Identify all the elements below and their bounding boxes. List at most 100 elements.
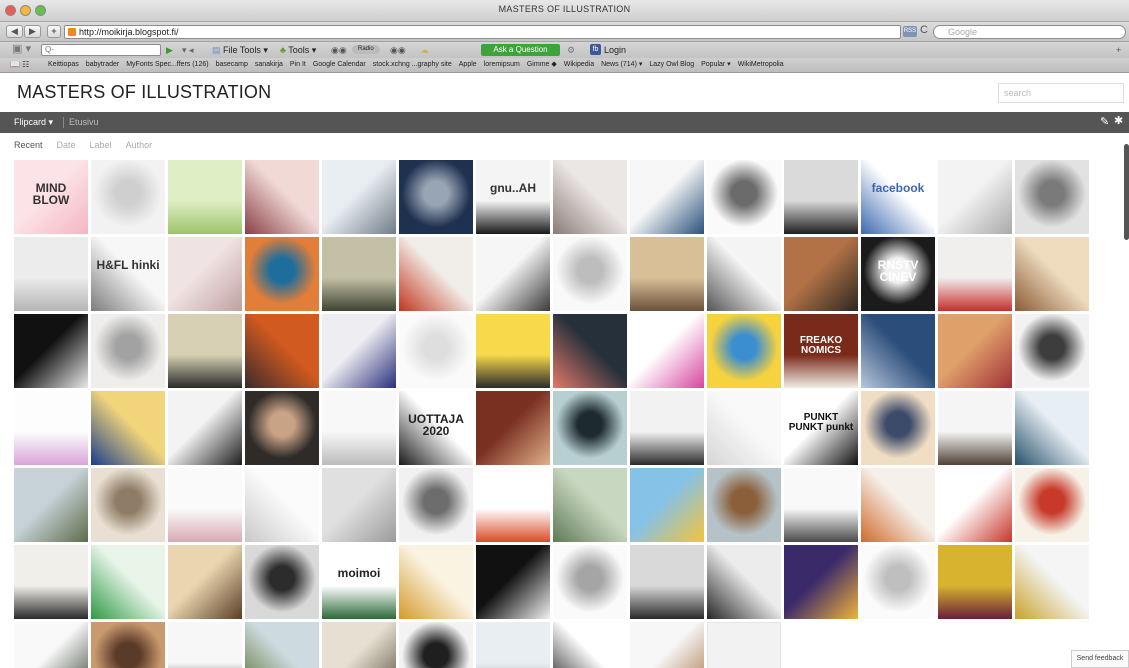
post-thumbnail[interactable] [14, 237, 88, 311]
post-thumbnail[interactable] [553, 237, 627, 311]
post-thumbnail[interactable] [399, 160, 473, 234]
bookmark-item[interactable]: Keittiopas [48, 59, 79, 71]
post-thumbnail[interactable] [399, 237, 473, 311]
post-thumbnail[interactable] [1015, 314, 1089, 388]
bookmark-item[interactable]: WikiMetropolia [738, 59, 784, 71]
post-thumbnail[interactable] [14, 314, 88, 388]
post-thumbnail[interactable] [476, 391, 550, 465]
post-thumbnail[interactable] [1015, 160, 1089, 234]
post-thumbnail[interactable] [938, 391, 1012, 465]
page-menu-icon[interactable]: ▣ ▾ [12, 42, 31, 56]
post-thumbnail[interactable] [553, 391, 627, 465]
post-thumbnail[interactable] [707, 237, 781, 311]
post-thumbnail[interactable]: moimoi [322, 545, 396, 619]
bookmark-item[interactable]: sanakirja [255, 59, 283, 71]
tab-recent[interactable]: Recent [14, 138, 43, 152]
file-tools-menu[interactable]: ▤ File Tools ▾ [212, 43, 268, 57]
bookmark-item[interactable]: Lazy Owl Blog [649, 59, 694, 71]
toolbar-arrows-icon[interactable]: ▾ ◂ [182, 43, 194, 57]
bookmark-item[interactable]: stock.xchng ...graphy site [373, 59, 452, 71]
post-thumbnail[interactable] [861, 468, 935, 542]
post-thumbnail[interactable] [245, 237, 319, 311]
bookmark-item[interactable]: Pin It [290, 59, 306, 71]
post-thumbnail[interactable] [322, 237, 396, 311]
bookmark-item[interactable]: Wikipedia [564, 59, 594, 71]
bookmark-item[interactable]: Popular ▾ [701, 59, 731, 71]
toolbar-search-input[interactable]: Q- [41, 44, 161, 56]
post-thumbnail[interactable] [476, 622, 550, 668]
post-thumbnail[interactable] [91, 622, 165, 668]
reading-list-icon[interactable]: 📖 ☷ [10, 60, 29, 69]
post-thumbnail[interactable] [1015, 237, 1089, 311]
post-thumbnail[interactable] [630, 391, 704, 465]
post-thumbnail[interactable] [553, 545, 627, 619]
post-thumbnail[interactable] [245, 160, 319, 234]
send-feedback-button[interactable]: Send feedback [1071, 650, 1129, 668]
tab-author[interactable]: Author [126, 138, 153, 152]
tab-label[interactable]: Label [90, 138, 112, 152]
reload-icon[interactable]: C [920, 24, 928, 36]
add-bookmark-button[interactable]: + [47, 25, 61, 38]
post-thumbnail[interactable] [168, 391, 242, 465]
media-controls-icon[interactable]: ◉◉ [331, 43, 347, 57]
post-thumbnail[interactable]: MIND BLOW [14, 160, 88, 234]
post-thumbnail[interactable] [399, 622, 473, 668]
post-thumbnail[interactable] [322, 314, 396, 388]
post-thumbnail[interactable] [784, 237, 858, 311]
post-thumbnail[interactable] [630, 237, 704, 311]
post-thumbnail[interactable] [707, 545, 781, 619]
login-link[interactable]: Login [604, 43, 626, 57]
scrollbar[interactable] [1124, 144, 1129, 240]
post-thumbnail[interactable] [938, 468, 1012, 542]
post-thumbnail[interactable] [168, 314, 242, 388]
post-thumbnail[interactable]: facebook [861, 160, 935, 234]
post-thumbnail[interactable] [938, 545, 1012, 619]
post-thumbnail[interactable]: FREAKO NOMICS [784, 314, 858, 388]
post-thumbnail[interactable] [630, 622, 704, 668]
post-thumbnail[interactable] [938, 314, 1012, 388]
bookmark-item[interactable]: babytrader [86, 59, 119, 71]
post-thumbnail[interactable] [399, 314, 473, 388]
post-thumbnail[interactable] [322, 160, 396, 234]
post-thumbnail[interactable] [938, 237, 1012, 311]
post-thumbnail[interactable] [168, 622, 242, 668]
post-thumbnail[interactable] [245, 391, 319, 465]
post-thumbnail[interactable] [91, 391, 165, 465]
post-thumbnail[interactable] [861, 545, 935, 619]
contribute-tile[interactable]: Osallistu! Kuvitat [707, 622, 781, 668]
post-thumbnail[interactable] [707, 391, 781, 465]
post-thumbnail[interactable] [399, 545, 473, 619]
post-thumbnail[interactable]: PUNKT PUNKT punkt [784, 391, 858, 465]
post-thumbnail[interactable] [1015, 545, 1089, 619]
go-icon[interactable]: ▶ [166, 43, 173, 57]
bookmark-item[interactable]: Gimme ◆ [527, 59, 557, 71]
post-thumbnail[interactable] [707, 160, 781, 234]
post-thumbnail[interactable] [784, 545, 858, 619]
forward-button[interactable]: ▶ [24, 25, 41, 38]
post-thumbnail[interactable] [938, 160, 1012, 234]
tools-menu[interactable]: ♣ Tools ▾ [280, 43, 316, 57]
gear-icon[interactable]: ⚙ [567, 43, 575, 57]
pencil-icon[interactable]: ✎ [1100, 115, 1109, 128]
home-link[interactable]: Etusivu [69, 116, 99, 129]
post-thumbnail[interactable] [553, 314, 627, 388]
post-thumbnail[interactable] [168, 160, 242, 234]
post-thumbnail[interactable] [322, 391, 396, 465]
post-thumbnail[interactable]: H&FL hinki [91, 237, 165, 311]
blog-search-input[interactable]: search [998, 83, 1124, 103]
post-thumbnail[interactable] [553, 160, 627, 234]
post-thumbnail[interactable] [14, 468, 88, 542]
post-thumbnail[interactable] [861, 391, 935, 465]
post-thumbnail[interactable] [707, 314, 781, 388]
post-thumbnail[interactable] [861, 314, 935, 388]
tab-date[interactable]: Date [57, 138, 76, 152]
bookmark-item[interactable]: News (714) ▾ [601, 59, 642, 71]
bookmark-item[interactable]: basecamp [216, 59, 248, 71]
post-thumbnail[interactable] [322, 622, 396, 668]
post-thumbnail[interactable] [168, 237, 242, 311]
post-thumbnail[interactable] [630, 160, 704, 234]
blog-title[interactable]: MASTERS OF ILLUSTRATION [17, 82, 271, 103]
volume-icon[interactable]: ◉◉ [390, 43, 406, 57]
bookmark-item[interactable]: Google Calendar [313, 59, 366, 71]
google-search-input[interactable]: Google [933, 25, 1126, 39]
